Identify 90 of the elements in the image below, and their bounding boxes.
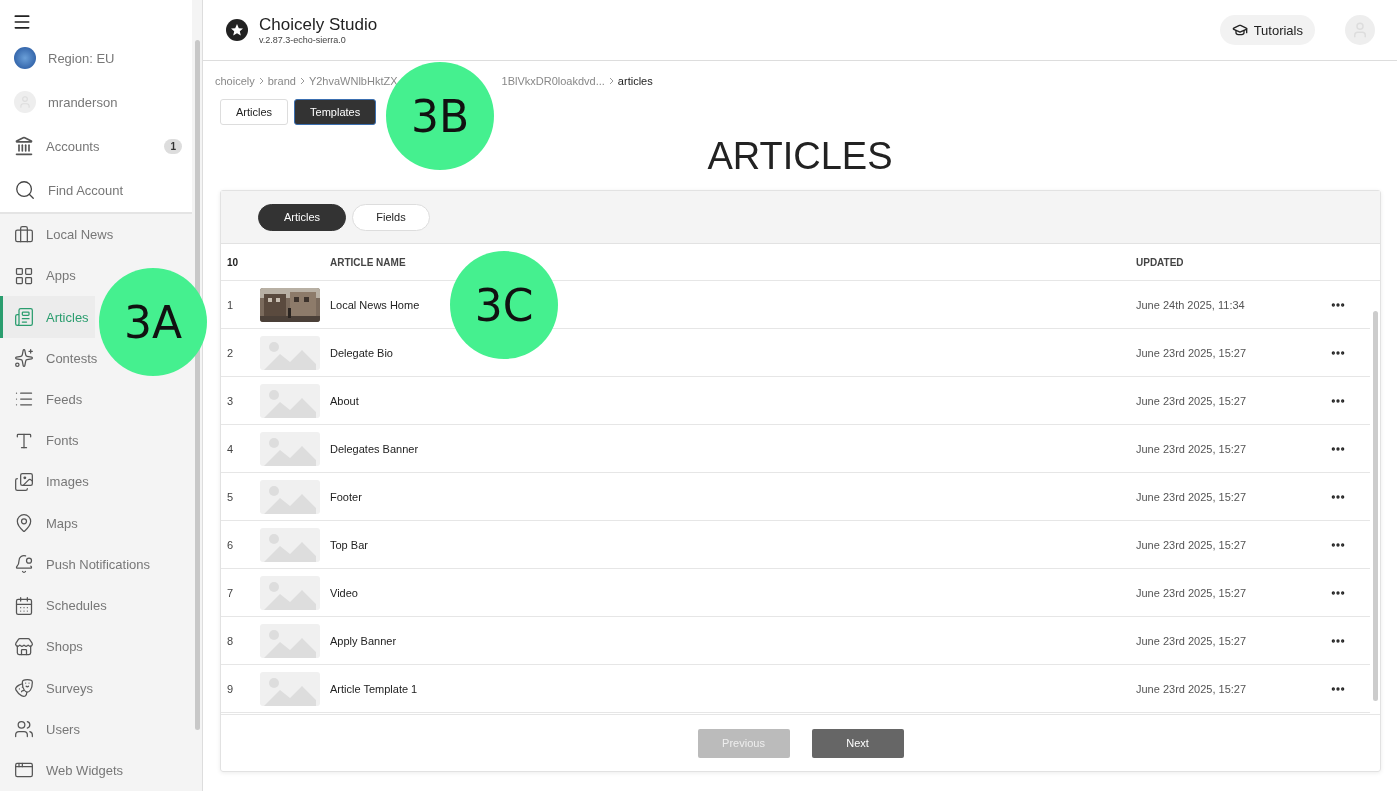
page-title: ARTICLES: [706, 135, 894, 178]
row-number: 8: [227, 634, 235, 647]
nav-item[interactable]: Shops: [0, 626, 89, 668]
breadcrumb-link[interactable]: 1BlVkxDR0loakdvd...: [501, 75, 605, 87]
row-number: 3: [227, 394, 235, 407]
nav-item[interactable]: Maps: [0, 502, 84, 544]
nav-item[interactable]: Apps: [0, 255, 82, 297]
article-name[interactable]: Video: [330, 586, 1136, 599]
sidebar-item[interactable]: Find Account: [0, 168, 192, 212]
image-placeholder-icon: [260, 527, 320, 562]
sidebar-item[interactable]: Region: EU: [0, 36, 192, 80]
updated-date: June 23rd 2025, 15:27: [1136, 586, 1248, 599]
chevron-icon: [299, 77, 305, 85]
nav-item[interactable]: Feeds: [0, 378, 89, 421]
updated-date: June 23rd 2025, 15:27: [1136, 538, 1248, 551]
menu-icon: [12, 12, 32, 32]
sparkles-icon: [14, 348, 34, 369]
globe-icon: [14, 47, 36, 69]
store-icon: [14, 636, 34, 657]
breadcrumb-link[interactable]: choicely: [215, 75, 255, 87]
image-placeholder-icon: [260, 575, 320, 610]
row-count: 10: [227, 256, 240, 268]
row-number: 9: [227, 682, 235, 695]
row-number: 4: [227, 442, 235, 455]
row-number: 1: [227, 298, 235, 311]
notification-icon: [14, 554, 34, 575]
article-name[interactable]: About: [330, 394, 1136, 407]
briefcase-icon: [14, 224, 34, 245]
updated-date: June 23rd 2025, 15:27: [1136, 442, 1248, 455]
view-tab[interactable]: Articles: [220, 99, 289, 125]
column-header: UPDATED: [1136, 256, 1185, 268]
search-icon: [14, 179, 36, 201]
count-badge: 1: [164, 138, 182, 154]
nav-item[interactable]: Web Widgets: [0, 749, 130, 791]
article-name[interactable]: Apply Banner: [330, 634, 1136, 647]
grid-icon: [14, 265, 34, 286]
sidebar-item[interactable]: mranderson: [0, 80, 192, 124]
newspaper-icon: [14, 307, 34, 328]
map-pin-icon: [14, 513, 34, 534]
nav-item[interactable]: Images: [0, 461, 95, 503]
nav-item[interactable]: Push Notifications: [0, 543, 157, 585]
nav-item[interactable]: Surveys: [0, 667, 99, 709]
article-name[interactable]: Article Template 1: [330, 682, 1136, 695]
updated-date: June 23rd 2025, 15:27: [1136, 346, 1248, 359]
image-placeholder-icon: [260, 383, 320, 418]
updated-date: June 23rd 2025, 15:27: [1136, 394, 1248, 407]
bank-icon: [14, 136, 34, 156]
chevron-icon: [258, 77, 264, 85]
masks-icon: [14, 678, 34, 698]
pill-tab[interactable]: Articles: [258, 203, 346, 231]
image-placeholder-icon: [260, 671, 320, 706]
users-icon: [14, 719, 34, 740]
updated-date: June 23rd 2025, 15:27: [1136, 682, 1248, 695]
calendar-icon: [14, 595, 34, 616]
row-number: 5: [227, 490, 235, 503]
chevron-icon: [608, 77, 614, 85]
image-placeholder-icon: [260, 623, 320, 658]
updated-date: June 23rd 2025, 15:27: [1136, 634, 1248, 647]
pagination-button[interactable]: Next: [811, 728, 904, 758]
row-number: 6: [227, 538, 235, 551]
logo-icon: [225, 18, 249, 42]
tutorials-button[interactable]: Tutorials: [1219, 15, 1315, 45]
updated-date: June 24th 2025, 11:34: [1136, 298, 1246, 311]
article-name[interactable]: Top Bar: [330, 538, 1136, 551]
nav-item[interactable]: Articles: [0, 296, 95, 338]
step-callout: 3C: [450, 251, 558, 359]
nav-item[interactable]: Fonts: [0, 420, 85, 462]
graduation-cap-icon: [1231, 22, 1248, 38]
image-placeholder-icon: [260, 479, 320, 514]
nav-item[interactable]: Users: [0, 708, 86, 750]
breadcrumb-link[interactable]: articles: [617, 75, 653, 87]
pill-tab[interactable]: Fields: [352, 203, 430, 231]
breadcrumb-link[interactable]: brand: [267, 75, 296, 87]
updated-date: June 23rd 2025, 15:27: [1136, 490, 1248, 503]
article-name[interactable]: Footer: [330, 490, 1136, 503]
sidebar-item[interactable]: Accounts 1: [0, 124, 192, 168]
avatar-icon: [14, 91, 36, 113]
version-text: v.2.87.3-echo-sierra.0: [259, 35, 347, 45]
article-name[interactable]: Delegates Banner: [330, 442, 1136, 455]
nav-item[interactable]: Local News: [0, 214, 120, 256]
view-tab[interactable]: Templates: [294, 99, 377, 125]
nav-item[interactable]: Schedules: [0, 584, 113, 627]
breadcrumb-link[interactable]: Y2hvaWNlbHktZX: [308, 75, 398, 87]
image-placeholder-icon: [260, 335, 320, 370]
row-number: 7: [227, 586, 235, 599]
column-header: ARTICLE NAME: [330, 256, 407, 268]
row-number: 2: [227, 346, 235, 359]
image-placeholder-icon: [260, 431, 320, 466]
images-icon: [14, 471, 34, 492]
app-title: Choicely Studio: [259, 15, 379, 35]
